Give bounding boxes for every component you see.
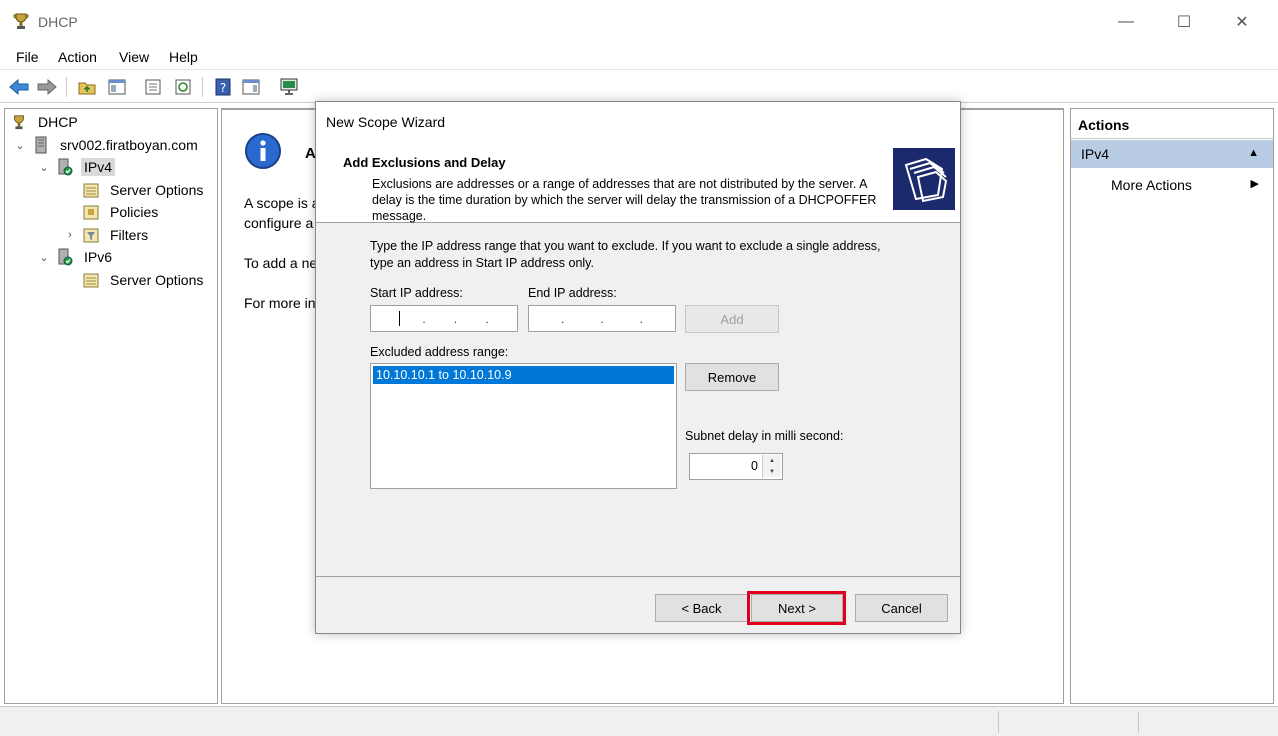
wizard-title: New Scope Wizard (316, 102, 960, 138)
menu-view[interactable]: View (119, 49, 149, 65)
ipv4-server-icon (55, 157, 75, 177)
tree-item-policies[interactable]: Policies (81, 201, 161, 223)
toolbar: ? (0, 71, 1278, 103)
end-ip-input[interactable]: ... (528, 305, 676, 332)
minimize-button[interactable]: — (1103, 8, 1149, 36)
server-icon (31, 135, 51, 155)
properties-icon[interactable] (142, 76, 164, 98)
actions-section-ipv4[interactable]: IPv4 ▲ (1071, 140, 1273, 168)
tree-item-label: srv002.firatboyan.com (60, 137, 198, 153)
actions-header: Actions (1071, 109, 1273, 139)
tree-item-label: Server Options (110, 182, 204, 198)
close-button[interactable]: ✕ (1219, 8, 1265, 36)
folders-icon (893, 148, 955, 210)
server-options-icon (81, 270, 101, 290)
start-ip-label: Start IP address: (370, 286, 463, 300)
subnet-delay-label: Subnet delay in milli second: (685, 429, 844, 443)
console-tree: DHCP ⌄ srv002.firatboyan.com ⌄ IPv4 Serv… (4, 108, 218, 704)
spin-up-icon[interactable]: ▲ (763, 455, 781, 466)
wizard-step-description: Exclusions are addresses or a range of a… (372, 177, 877, 223)
back-arrow-icon[interactable] (8, 76, 30, 98)
excluded-range-label: Excluded address range: (370, 345, 509, 359)
menu-action[interactable]: Action (58, 49, 97, 65)
collapse-triangle-icon[interactable]: ▲ (1248, 147, 1259, 159)
subnet-delay-value: 0 (751, 459, 758, 473)
start-ip-input[interactable]: ... (370, 305, 518, 332)
menu-bar: File Action View Help (0, 44, 1278, 70)
description-line: To add a ne (244, 255, 318, 271)
show-hide-tree-icon[interactable] (106, 76, 128, 98)
tree-item-label: Server Options (110, 272, 204, 288)
description-line: A scope is a (244, 195, 320, 211)
menu-file[interactable]: File (16, 49, 39, 65)
next-button-highlight (747, 591, 846, 625)
action-pane-icon[interactable] (240, 76, 262, 98)
submenu-arrow-icon[interactable]: ▶ (1251, 177, 1259, 190)
tree-item-dhcp[interactable]: DHCP (9, 111, 81, 133)
spin-down-icon[interactable]: ▼ (763, 466, 781, 477)
menu-help[interactable]: Help (169, 49, 198, 65)
excluded-range-list[interactable]: 10.10.10.1 to 10.10.10.9 (370, 363, 677, 489)
subnet-delay-stepper[interactable]: 0 ▲ ▼ (689, 453, 783, 480)
wizard-step-title: Add Exclusions and Delay (343, 155, 506, 170)
tree-item-ipv4-server-options[interactable]: Server Options (81, 179, 206, 201)
actions-pane: Actions IPv4 ▲ More Actions ▶ (1070, 108, 1274, 704)
end-ip-label: End IP address: (528, 286, 617, 300)
more-actions-label: More Actions (1111, 177, 1192, 193)
chevron-right-icon[interactable]: › (63, 229, 77, 241)
dhcp-trophy-icon (9, 112, 29, 132)
tree-item-label: IPv4 (81, 158, 116, 176)
chevron-down-icon[interactable]: ⌄ (37, 251, 51, 264)
up-folder-icon[interactable] (76, 76, 98, 98)
tree-item-server[interactable]: ⌄ srv002.firatboyan.com (13, 134, 201, 156)
new-scope-wizard-dialog: New Scope Wizard Add Exclusions and Dela… (315, 101, 961, 634)
chevron-down-icon[interactable]: ⌄ (37, 161, 51, 174)
remove-button[interactable]: Remove (685, 363, 779, 391)
actions-section-label: IPv4 (1081, 146, 1110, 162)
server-options-icon (81, 180, 101, 200)
exclusion-instructions: Type the IP address range that you want … (370, 239, 881, 270)
tree-item-filters[interactable]: › Filters (63, 224, 151, 246)
more-actions-link[interactable]: More Actions (1111, 177, 1192, 193)
tree-item-label: Filters (110, 227, 149, 243)
list-item[interactable]: 10.10.10.1 to 10.10.10.9 (373, 366, 674, 384)
forward-arrow-icon[interactable] (36, 76, 58, 98)
refresh-icon[interactable] (172, 76, 194, 98)
filters-icon (81, 225, 101, 245)
monitor-icon[interactable] (278, 76, 300, 98)
tree-item-ipv6-server-options[interactable]: Server Options (81, 269, 206, 291)
status-bar (0, 706, 1278, 736)
chevron-down-icon[interactable]: ⌄ (13, 139, 27, 152)
ipv6-server-icon (55, 247, 75, 267)
tree-item-label: Policies (110, 204, 159, 220)
description-line: configure a (244, 215, 314, 231)
add-button[interactable]: Add (685, 305, 779, 333)
wizard-header: Add Exclusions and Delay Exclusions are … (316, 138, 960, 223)
cancel-button[interactable]: Cancel (855, 594, 948, 622)
title-bar: DHCP — ☐ ✕ (0, 0, 1278, 44)
text-cursor (399, 311, 401, 326)
help-icon[interactable]: ? (212, 76, 234, 98)
tree-item-ipv6[interactable]: ⌄ IPv6 (37, 246, 115, 268)
svg-text:?: ? (220, 81, 226, 95)
dhcp-trophy-icon (12, 12, 30, 30)
policies-icon (81, 202, 101, 222)
description-line: For more in (244, 295, 316, 311)
tree-item-ipv4[interactable]: ⌄ IPv4 (37, 156, 116, 178)
maximize-button[interactable]: ☐ (1161, 8, 1207, 36)
back-button[interactable]: < Back (655, 594, 748, 622)
tree-item-label: DHCP (38, 114, 78, 130)
tree-item-label: IPv6 (84, 249, 113, 265)
info-icon (244, 132, 282, 173)
window-title: DHCP (38, 14, 78, 30)
